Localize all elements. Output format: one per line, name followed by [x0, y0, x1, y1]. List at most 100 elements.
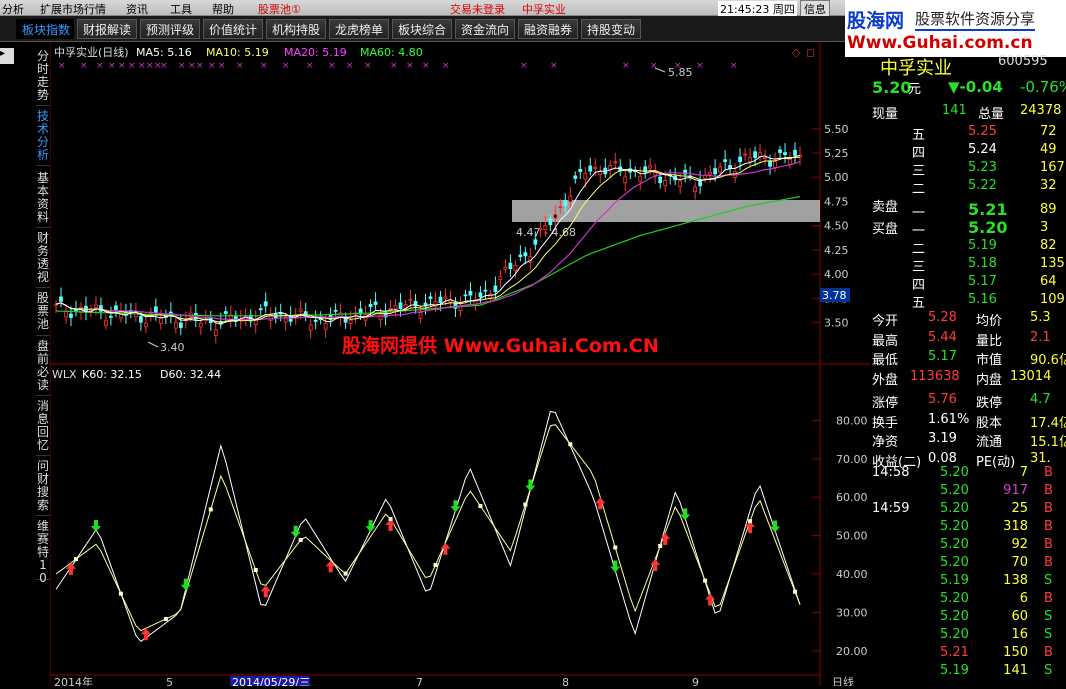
tick-volume: 141 — [1003, 663, 1028, 678]
menu-tools[interactable]: 工具 — [170, 1, 192, 17]
candle-body — [258, 308, 263, 311]
label-current-volume: 现量 — [872, 107, 899, 122]
menu-extended-market[interactable]: 扩展市场行情 — [40, 1, 106, 17]
d-point — [613, 545, 618, 550]
tab-premarket[interactable]: 盘前必读 — [36, 340, 50, 396]
stat-value: 17.4亿 — [1030, 415, 1066, 431]
candle-body — [313, 319, 318, 322]
tab-holding-changes[interactable]: 持股变动 — [581, 19, 641, 39]
menu-stock-pool[interactable]: 股票池① — [258, 1, 301, 17]
tab-sector-summary[interactable]: 板块综合 — [392, 19, 452, 39]
candle-body — [348, 319, 353, 324]
ask-row[interactable]: 二 5.22 32 — [870, 177, 1066, 197]
close-icon[interactable]: ◻ — [806, 46, 815, 59]
ask-row[interactable]: 三 5.23 167 — [870, 159, 1066, 179]
tab-sector-index[interactable]: 板块指数 — [16, 19, 74, 39]
d-point — [523, 502, 528, 507]
d-point — [253, 568, 258, 573]
bid-row[interactable]: 五 5.16 109 — [870, 291, 1066, 311]
brand-banner: 股海网 股票软件资源分享 Www.Guhai.com.cn — [845, 0, 1066, 57]
ask-row[interactable]: 四 5.24 49 — [870, 141, 1066, 161]
candle-body — [143, 322, 148, 327]
candle-body — [198, 322, 203, 328]
chart-svg[interactable]: 5.505.255.004.754.504.254.003.753.50 80.… — [49, 42, 870, 689]
diamond-icon[interactable]: ◇ — [792, 46, 801, 59]
kline-chart-pane[interactable]: 5.505.255.004.754.504.254.003.753.50 80.… — [49, 42, 870, 689]
date-cursor-label: 2014/05/29/三 — [232, 676, 310, 686]
menu-help[interactable]: 帮助 — [212, 1, 234, 17]
tab-wencai-search[interactable]: 问财搜索 — [36, 460, 50, 516]
signal-marker: × — [696, 61, 704, 71]
candle-body — [548, 218, 553, 226]
candle-body — [658, 176, 663, 184]
tab-weisaite[interactable]: 维赛特10 — [36, 520, 50, 585]
tab-margin-trading[interactable]: 融资融券 — [518, 19, 578, 39]
stat-value: 13014 — [1010, 368, 1052, 384]
candle-body — [793, 149, 797, 156]
signal-marker: × — [80, 61, 88, 71]
bid-volume: 82 — [1040, 238, 1057, 253]
candle-body — [373, 301, 378, 305]
tick-row: 5.19 141 S — [870, 662, 1066, 681]
candle-body — [788, 158, 792, 165]
menu-news[interactable]: 资讯 — [126, 1, 148, 17]
candle-body — [263, 301, 268, 307]
bid-row[interactable]: 四 5.17 64 — [870, 273, 1066, 293]
tick-price: 5.20 — [940, 483, 969, 498]
tab-capital-flow[interactable]: 资金流向 — [455, 19, 515, 39]
candle-body — [623, 176, 628, 184]
candle-body — [783, 152, 787, 156]
ask-row[interactable]: 五 5.25 72 — [870, 123, 1066, 143]
period-label[interactable]: 日线 — [832, 675, 854, 689]
candle-body — [498, 276, 503, 280]
d-point — [433, 562, 438, 567]
bid-price: 5.17 — [968, 274, 997, 289]
trade-status[interactable]: 交易未登录 — [450, 1, 505, 17]
tab-forecast-rating[interactable]: 预测评级 — [140, 19, 200, 39]
signal-marker: × — [188, 61, 196, 71]
ask-price: 5.25 — [968, 124, 997, 139]
candle-body — [513, 264, 518, 272]
tab-institution-holdings[interactable]: 机构持股 — [266, 19, 326, 39]
indicator-tick-label: 80.00 — [836, 414, 868, 427]
left-collapse-icon[interactable]: ▸ — [0, 48, 14, 64]
stat-value: 3.19 — [928, 431, 957, 446]
candle-body — [613, 161, 618, 164]
tab-basic-info[interactable]: 基本资料 — [36, 172, 50, 228]
tab-value-stats[interactable]: 价值统计 — [203, 19, 263, 39]
bid-row[interactable]: 二 5.19 82 — [870, 237, 1066, 257]
price-tick-label: 4.25 — [824, 244, 849, 257]
candle-body — [493, 285, 498, 293]
price-change-pct: -0.76% — [1020, 78, 1066, 96]
stat-row: 最低 5.17 市值 90.6亿 — [870, 348, 1066, 368]
candle-body — [114, 305, 118, 310]
tab-financial-report[interactable]: 财报解读 — [77, 19, 137, 39]
candle-body — [503, 266, 508, 270]
d-point — [208, 507, 213, 512]
signal-marker: × — [282, 61, 290, 71]
quote-panel: 中孚实业600595 5.20元▼-0.04-0.76% 现量141总量2437… — [870, 54, 1066, 686]
menu-analysis[interactable]: 分析 — [2, 1, 24, 17]
d-point — [73, 557, 78, 562]
stat-row: 涨停 5.76 跌停 4.7 — [870, 391, 1066, 411]
bid-row[interactable]: 三 5.18 135 — [870, 255, 1066, 275]
candle-body — [768, 161, 772, 167]
tab-technical[interactable]: 技术分析 — [36, 110, 50, 166]
tab-news-recall[interactable]: 消息回忆 — [36, 400, 50, 456]
bid-row[interactable]: 一 5.20 3 — [870, 218, 1066, 239]
date-label: 8 — [562, 676, 569, 686]
tab-stock-pool[interactable]: 股票池 — [36, 292, 50, 336]
tab-finance[interactable]: 财务透视 — [36, 232, 50, 288]
signal-marker: × — [406, 61, 414, 71]
ask-price: 5.23 — [968, 160, 997, 175]
candle-body — [323, 323, 328, 330]
tab-intraday[interactable]: 分时走势 — [36, 50, 50, 106]
candle-body — [563, 200, 568, 206]
date-label: 9 — [692, 676, 699, 686]
candle-body — [518, 254, 523, 257]
candle-body — [333, 309, 338, 312]
tab-dragon-tiger[interactable]: 龙虎榜单 — [329, 19, 389, 39]
price-tick-label: 4.50 — [824, 220, 849, 233]
candle-body — [104, 320, 108, 327]
ask-volume: 167 — [1040, 160, 1065, 175]
